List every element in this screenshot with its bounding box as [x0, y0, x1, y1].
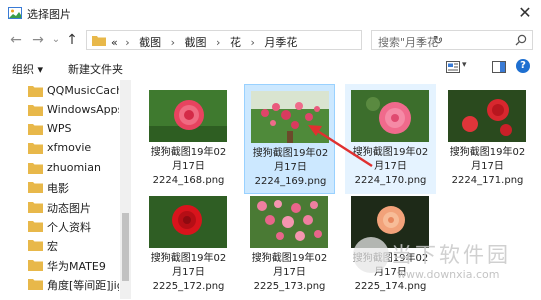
close-button[interactable]: ✕ [514, 3, 536, 23]
folder-icon [28, 260, 43, 271]
sidebar-folder-label: zhuomian [47, 161, 101, 174]
folder-icon [28, 240, 43, 251]
sidebar-folder[interactable]: 角度[等间距]jig [28, 274, 120, 294]
rose-thumbnail [448, 90, 526, 142]
file-name: 搜狗截图19年02 月17日 2224_171.png [449, 147, 526, 186]
breadcrumb: « › 截图 › 截图 › 花 › 月季花 [111, 36, 298, 49]
rose-bush-thumbnail [251, 91, 329, 143]
file-name: 搜狗截图19年02 月17日 2224_170.png [352, 147, 429, 186]
sidebar-folder-label: WindowsApps [47, 103, 119, 116]
navigation-pane: QQMusicCache WindowsApps WPS xfmovie zhu… [0, 80, 131, 299]
breadcrumb-item[interactable]: 花 [230, 36, 241, 49]
file-tile[interactable]: 搜狗截图19年02 月17日 2224_168.png [143, 84, 234, 194]
address-bar[interactable]: « › 截图 › 截图 › 花 › 月季花 ⌄ ↻ [86, 30, 443, 50]
navigation-bar: ← → ⌄ ↑ « › 截图 › 截图 › 花 › 月季花 ⌄ ↻ 搜索"月季花… [0, 26, 541, 54]
sidebar-folder-label: 动态图片 [47, 202, 91, 215]
sidebar-folder[interactable]: QQMusicCache [28, 81, 120, 101]
sidebar-folder[interactable]: zhuomian [28, 158, 120, 178]
folder-icon [28, 163, 43, 174]
folder-icon [28, 221, 43, 232]
file-name: 搜狗截图19年02 月17日 2224_168.png [150, 147, 227, 186]
rose-thumbnail [351, 90, 429, 142]
file-tile[interactable]: 搜狗截图19年02 月17日 2225_172.png [143, 190, 234, 300]
new-folder-button[interactable]: 新建文件夹 [68, 61, 123, 77]
sidebar-folder[interactable]: 电影 [28, 177, 120, 197]
sidebar-folder[interactable]: WindowsApps [28, 100, 120, 120]
rose-thumbnail [149, 196, 227, 248]
search-placeholder: 搜索"月季花" [378, 36, 444, 49]
file-name: 搜狗截图19年02 月17日 2224_169.png [252, 148, 329, 187]
rose-thumbnail [149, 90, 227, 142]
file-tile-selected[interactable]: 搜狗截图19年02 月17日 2224_169.png [244, 84, 335, 194]
up-button[interactable]: ↑ [64, 32, 80, 48]
folder-icon [28, 279, 43, 290]
folder-icon [28, 86, 43, 97]
help-button[interactable]: ? [516, 59, 530, 73]
watermark-url: www.downxia.com [397, 268, 500, 281]
picture-icon [8, 7, 22, 19]
breadcrumb-current[interactable]: 月季花 [264, 36, 297, 49]
folder-icon [92, 36, 106, 46]
command-bar: 组织 ▾ 新建文件夹 ▾ ? [0, 56, 541, 80]
sidebar-folder-label: 华为MATE9 [47, 260, 106, 273]
watermark-logo-icon [353, 237, 389, 273]
folder-icon [28, 143, 43, 154]
folder-icon [28, 105, 43, 116]
view-options-icon[interactable] [446, 61, 460, 73]
scrollbar-thumb[interactable] [122, 213, 129, 281]
watermark: 当下软件园 www.downxia.com [345, 233, 541, 297]
organize-menu[interactable]: 组织 ▾ [12, 61, 43, 77]
window-title: 选择图片 [27, 8, 71, 21]
sidebar-folder-label: 宏 [47, 240, 58, 253]
sidebar-folder-label: WPS [47, 122, 72, 135]
forward-button[interactable]: → [30, 32, 46, 48]
sidebar-folder-label: 角度[等间距]jig [47, 279, 119, 292]
breadcrumb-item[interactable]: 截图 [139, 36, 161, 49]
file-tile[interactable]: 搜狗截图19年02 月17日 2224_171.png [442, 84, 533, 194]
view-dropdown[interactable]: ▾ [462, 60, 467, 70]
sidebar-folder[interactable]: xfmovie [28, 138, 120, 158]
file-name: 搜狗截图19年02 月17日 2225_172.png [150, 253, 227, 292]
rose-bush-thumbnail [250, 196, 328, 248]
sidebar-folder-label: 个人资料 [47, 221, 91, 234]
preview-pane-icon[interactable] [492, 60, 506, 74]
back-button[interactable]: ← [8, 32, 24, 48]
sidebar-folder-label: 电影 [47, 182, 69, 195]
breadcrumb-overflow[interactable]: « [111, 36, 118, 49]
sidebar-folder-label: QQMusicCache [47, 84, 119, 97]
file-tile[interactable]: 搜狗截图19年02 月17日 2225_173.png [244, 190, 335, 300]
sidebar-folder[interactable]: 宏 [28, 235, 120, 255]
watermark-text: 当下软件园 [391, 243, 511, 267]
sidebar-scrollbar[interactable] [120, 80, 131, 299]
file-name: 搜狗截图19年02 月17日 2225_173.png [251, 253, 328, 292]
sidebar-folder[interactable]: 华为MATE9 [28, 255, 120, 275]
folder-icon [28, 202, 43, 213]
file-tile-hovered[interactable]: 搜狗截图19年02 月17日 2224_170.png [345, 84, 436, 194]
recent-locations-button[interactable]: ⌄ [48, 32, 64, 48]
title-bar: 选择图片 ✕ [0, 0, 541, 26]
sidebar-folder[interactable]: 动态图片 [28, 197, 120, 217]
sidebar-folder[interactable]: 个人资料 [28, 216, 120, 236]
folder-icon [28, 182, 43, 193]
breadcrumb-item[interactable]: 截图 [185, 36, 207, 49]
sidebar-folder[interactable]: WPS [28, 119, 120, 139]
sidebar-folder-label: xfmovie [47, 141, 92, 154]
folder-icon [28, 124, 43, 135]
search-input[interactable]: 搜索"月季花" [371, 30, 533, 50]
search-icon [515, 34, 527, 46]
